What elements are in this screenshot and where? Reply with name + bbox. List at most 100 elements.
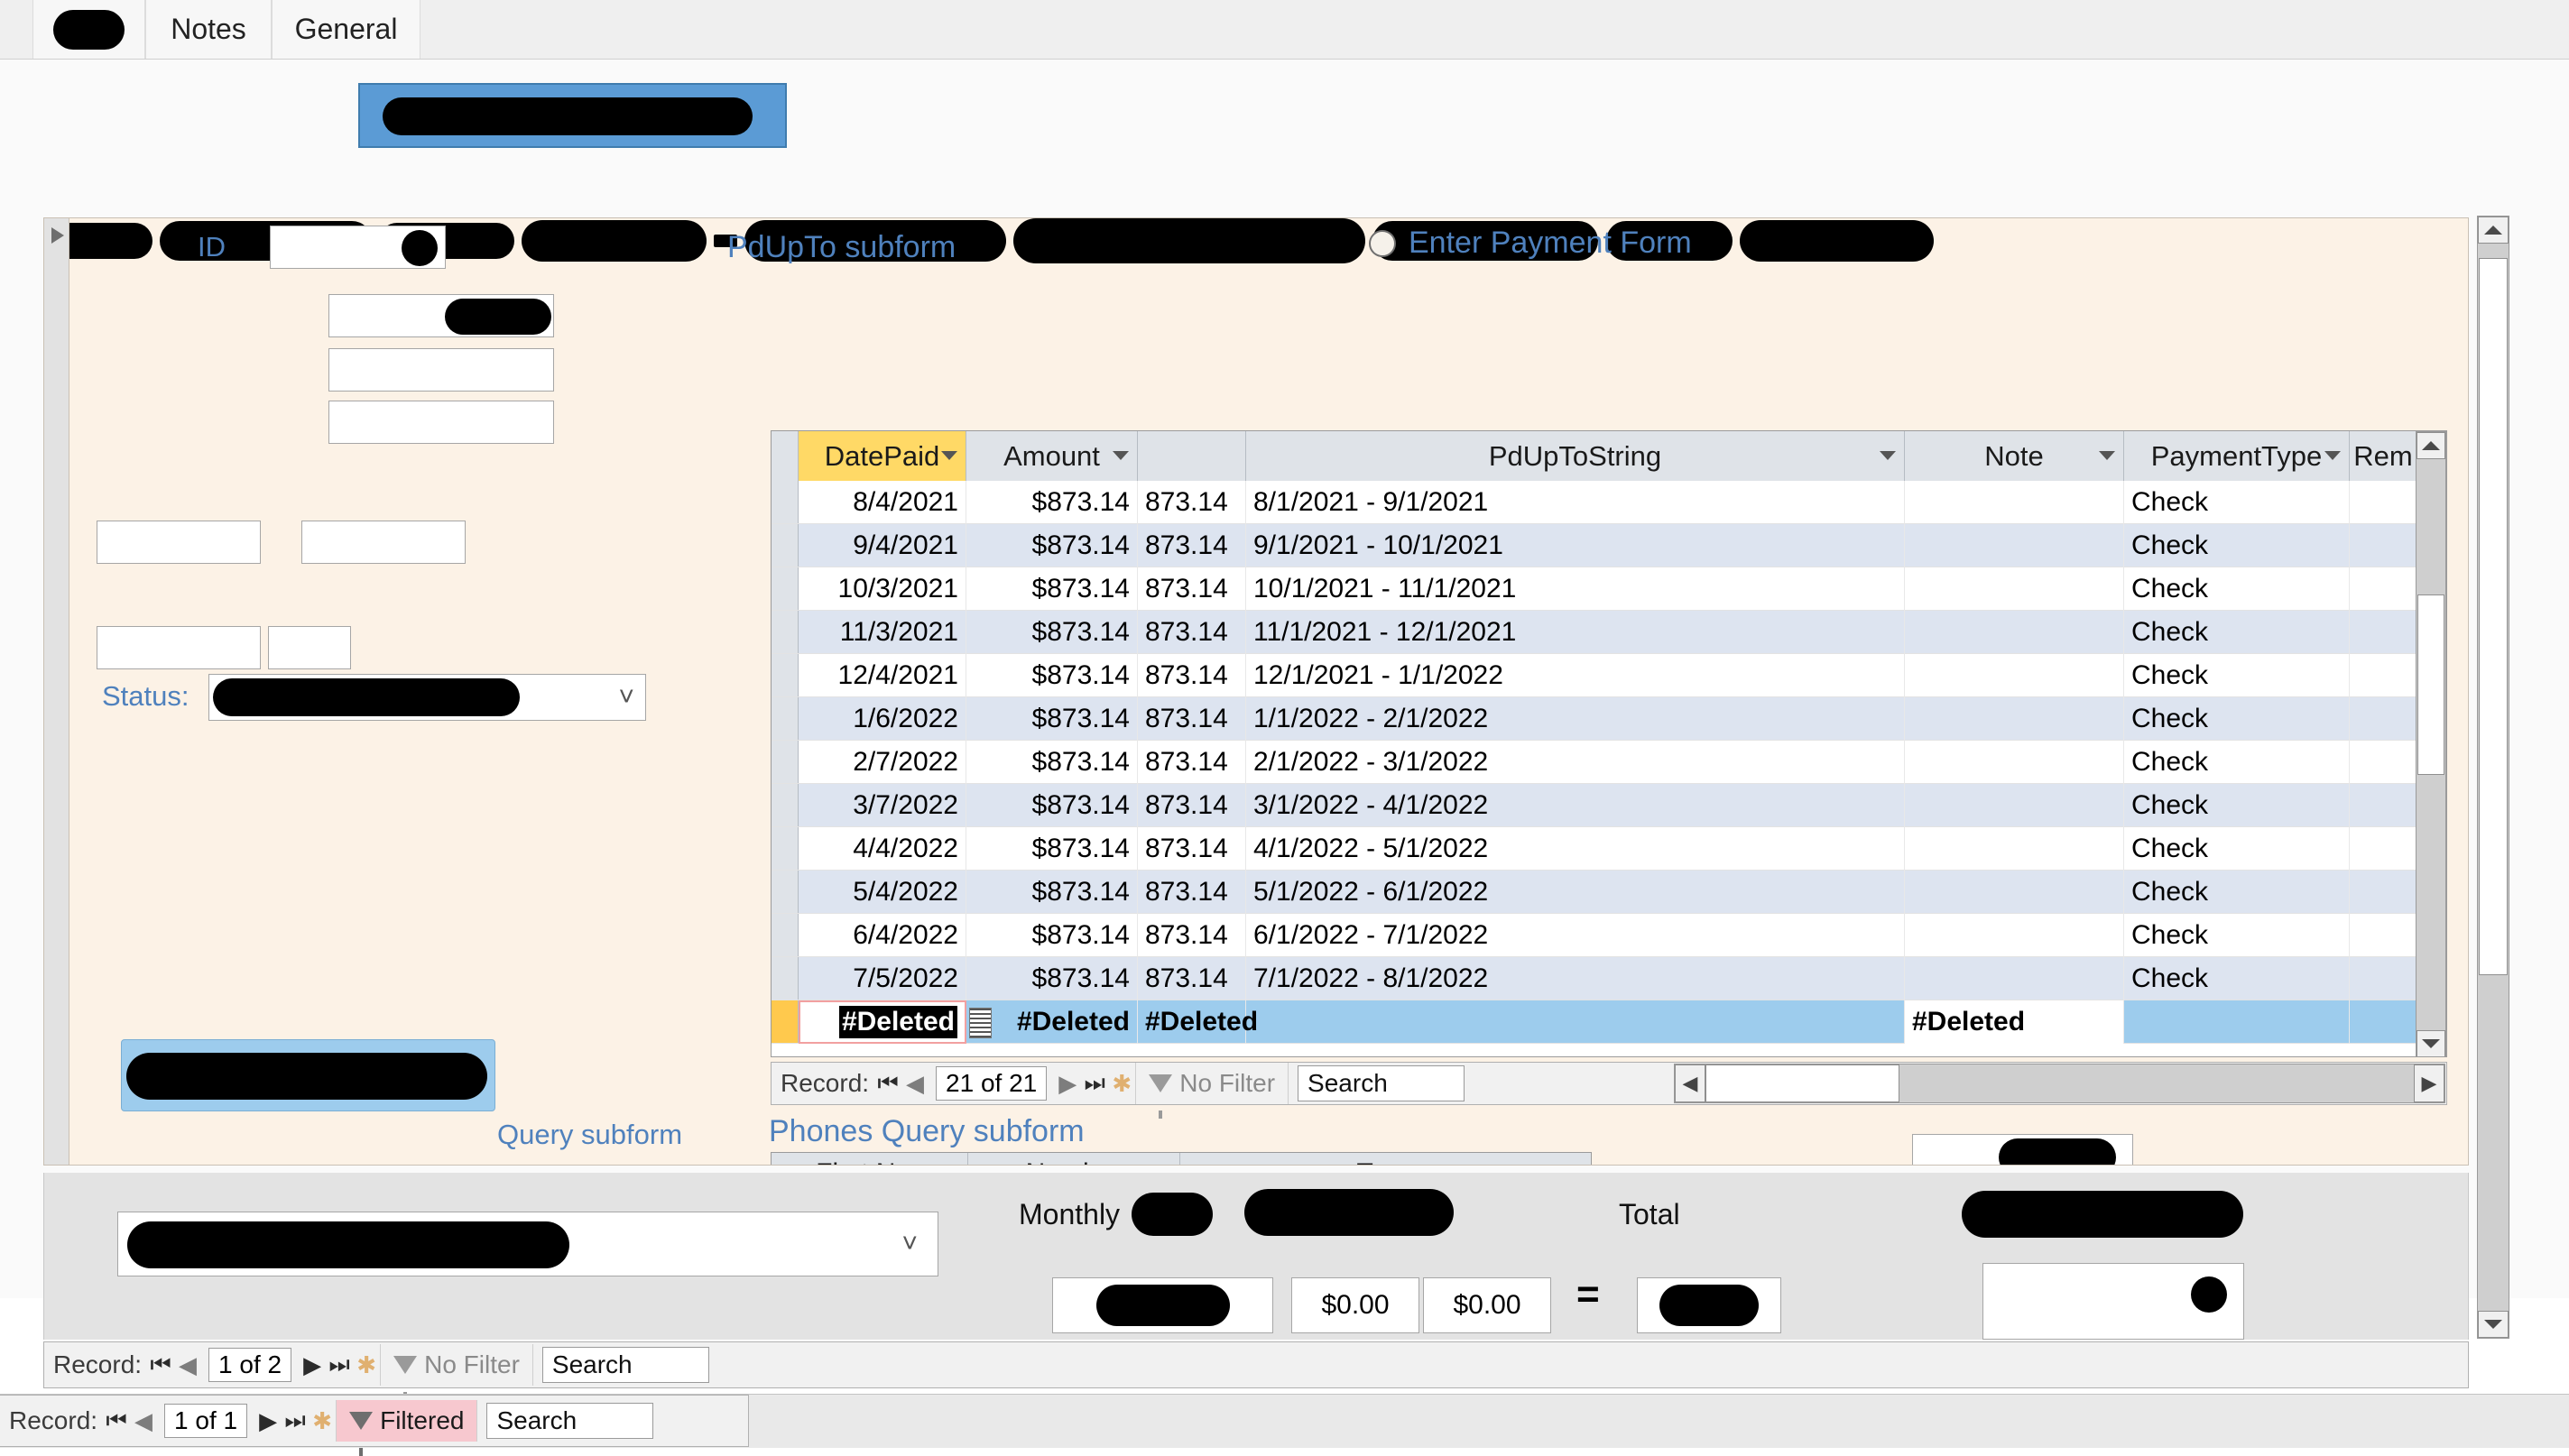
cell-pduptostring[interactable]: 6/1/2022 - 7/1/2022 (1246, 914, 1905, 957)
cell-amountraw[interactable]: #Deleted (1138, 1000, 1258, 1044)
row-selector[interactable] (772, 567, 799, 610)
cell-rem[interactable] (2350, 741, 2417, 784)
next-record-button[interactable]: ▶ (254, 1407, 282, 1435)
cell-pduptostring[interactable]: 2/1/2022 - 3/1/2022 (1246, 741, 1905, 784)
cell-rem[interactable] (2350, 827, 2417, 871)
last-record-button[interactable]: ⏭ (1081, 1069, 1108, 1098)
chevron-down-icon[interactable]: ˅ (901, 1229, 918, 1259)
cell-amount[interactable]: $873.14 (966, 957, 1138, 1000)
cell-amount[interactable]: $873.14 (966, 524, 1138, 567)
cell-paymenttype[interactable]: Check (2124, 741, 2350, 784)
chevron-down-icon[interactable] (2324, 451, 2341, 460)
table-row[interactable]: 11/3/2021 $873.14 873.14 11/1/2021 - 12/1/2… (772, 611, 2446, 654)
table-row[interactable]: 3/7/2022 $873.14 873.14 3/1/2022 - 4/1/2022… (772, 784, 2446, 827)
cell-pduptostring[interactable]: 12/1/2021 - 1/1/2022 (1246, 654, 1905, 697)
column-header-paymenttype[interactable]: PaymentType (2124, 431, 2350, 481)
scrollbar-thumb[interactable] (1705, 1064, 1899, 1102)
cell-rem[interactable] (2350, 871, 2417, 914)
record-position-box[interactable]: 1 of 1 (164, 1404, 248, 1438)
text-field-3[interactable] (328, 401, 554, 444)
datasheet-vertical-scrollbar[interactable] (2416, 431, 2446, 1056)
table-row[interactable]: 4/4/2022 $873.14 873.14 4/1/2022 - 5/1/2022… (772, 827, 2446, 871)
chevron-down-icon[interactable] (1880, 451, 1896, 460)
cell-amount[interactable]: $873.14 (966, 784, 1138, 827)
cell-paymenttype[interactable]: Check (2124, 524, 2350, 567)
cell-rem[interactable] (2350, 481, 2417, 524)
row-selector[interactable] (772, 611, 799, 653)
cell-pduptostring[interactable]: 1/1/2022 - 2/1/2022 (1246, 697, 1905, 741)
cell-amount[interactable]: $873.14 (966, 741, 1138, 784)
tab-general[interactable]: General (272, 0, 420, 59)
id-field[interactable] (270, 226, 446, 269)
table-row[interactable]: 9/4/2021 $873.14 873.14 9/1/2021 - 10/1/202… (772, 524, 2446, 567)
cell-datepaid[interactable]: 4/4/2022 (799, 827, 966, 871)
column-header-note[interactable]: Note (1905, 431, 2124, 481)
cell-rem[interactable] (2350, 654, 2417, 697)
cell-paymenttype[interactable]: Check (2124, 784, 2350, 827)
cell-amount[interactable]: $873.14 (966, 827, 1138, 871)
pdupto-navigation-bar[interactable]: Record: ⏮ ◀ 21 of 21 ▶ ⏭ ✱ No Filter Sea… (771, 1062, 2447, 1119)
row-selector[interactable] (772, 871, 799, 913)
cell-amount[interactable]: $873.14 (966, 567, 1138, 611)
column-header-type[interactable]: Type (1180, 1153, 1591, 1165)
chevron-down-icon[interactable] (1113, 451, 1129, 460)
scrollbar-thumb[interactable] (2417, 594, 2444, 775)
table-row-deleted[interactable]: #Deleted #Deleted #Deleted #Deleted (772, 1000, 2446, 1044)
next-record-button[interactable]: ▶ (299, 1351, 326, 1379)
cell-datepaid[interactable]: 5/4/2022 (799, 871, 966, 914)
cell-datepaid[interactable]: 8/4/2021 (799, 481, 966, 524)
table-row[interactable]: 10/3/2021 $873.14 873.14 10/1/2021 - 11/1/2… (772, 567, 2446, 611)
datasheet-horizontal-scrollbar[interactable]: ◀ ▶ (1674, 1064, 2445, 1103)
cell-datepaid[interactable]: 1/6/2022 (799, 697, 966, 741)
row-selector[interactable] (772, 784, 799, 826)
cell-datepaid[interactable]: 9/4/2021 (799, 524, 966, 567)
cell-pduptostring[interactable]: 11/1/2021 - 12/1/2021 (1246, 611, 1905, 654)
row-selector[interactable] (772, 524, 799, 567)
filter-status-chip[interactable]: No Filter (1135, 1063, 1289, 1119)
previous-record-button[interactable]: ◀ (174, 1351, 201, 1379)
cell-amountraw[interactable]: 873.14 (1138, 827, 1246, 871)
status-navigation-bar[interactable]: Record: ⏮ ◀ 1 of 1 ▶ ⏭ ✱ Filtered Search (0, 1395, 749, 1456)
phones-query-subform[interactable]: First Name Number Type (771, 1152, 1592, 1165)
cell-pduptostring[interactable]: 4/1/2022 - 5/1/2022 (1246, 827, 1905, 871)
small-field-1[interactable] (97, 626, 261, 669)
table-row[interactable]: 12/4/2021 $873.14 873.14 12/1/2021 - 1/1/20… (772, 654, 2446, 697)
form-navigation-bar[interactable]: Record: ⏮ ◀ 1 of 2 ▶ ⏭ ✱ No Filter Searc… (43, 1341, 2469, 1400)
zip-field-part2[interactable] (301, 521, 466, 564)
cell-datepaid[interactable]: 2/7/2022 (799, 741, 966, 784)
cell-amount[interactable]: $873.14 (966, 871, 1138, 914)
new-record-button[interactable]: ✱ (1108, 1070, 1135, 1098)
cell-amount[interactable]: $873.14 (966, 481, 1138, 524)
cell-paymenttype[interactable]: Check (2124, 654, 2350, 697)
cell-datepaid[interactable]: 6/4/2022 (799, 914, 966, 957)
cell-note[interactable] (1905, 957, 2124, 1000)
zip-field-part1[interactable] (97, 521, 261, 564)
cell-paymenttype[interactable]: Check (2124, 697, 2350, 741)
form-vertical-scrollbar[interactable] (2477, 216, 2509, 1339)
record-position-box[interactable]: 1 of 2 (208, 1348, 292, 1382)
row-selector[interactable] (772, 957, 799, 1000)
cell-note[interactable] (1905, 871, 2124, 914)
cell-rem[interactable] (2350, 567, 2417, 611)
cell-note[interactable] (1905, 741, 2124, 784)
cell-amountraw[interactable]: 873.14 (1138, 914, 1246, 957)
calc-field-1[interactable] (1052, 1277, 1273, 1333)
cell-datepaid[interactable]: 10/3/2021 (799, 567, 966, 611)
new-record-button[interactable]: ✱ (353, 1351, 380, 1379)
cell-note[interactable] (1905, 697, 2124, 741)
cell-amountraw[interactable]: 873.14 (1138, 654, 1246, 697)
cell-pduptostring[interactable]: 9/1/2021 - 10/1/2021 (1246, 524, 1905, 567)
row-selector[interactable] (772, 654, 799, 696)
cell-paymenttype[interactable]: Check (2124, 871, 2350, 914)
cell-rem[interactable] (2350, 697, 2417, 741)
cell-amount[interactable]: $873.14 (966, 697, 1138, 741)
row-selector[interactable] (772, 827, 799, 870)
search-input[interactable]: Search (1298, 1065, 1465, 1101)
row-selector[interactable] (772, 741, 799, 783)
cell-paymenttype[interactable]: Check (2124, 827, 2350, 871)
cell-note[interactable]: #Deleted (1905, 1000, 2124, 1044)
calc-amount-a[interactable]: $0.00 (1291, 1277, 1419, 1333)
cell-pduptostring[interactable]: 10/1/2021 - 11/1/2021 (1246, 567, 1905, 611)
cell-pduptostring[interactable]: 7/1/2022 - 8/1/2022 (1246, 957, 1905, 1000)
table-row[interactable]: 7/5/2022 $873.14 873.14 7/1/2022 - 8/1/2022… (772, 957, 2446, 1000)
